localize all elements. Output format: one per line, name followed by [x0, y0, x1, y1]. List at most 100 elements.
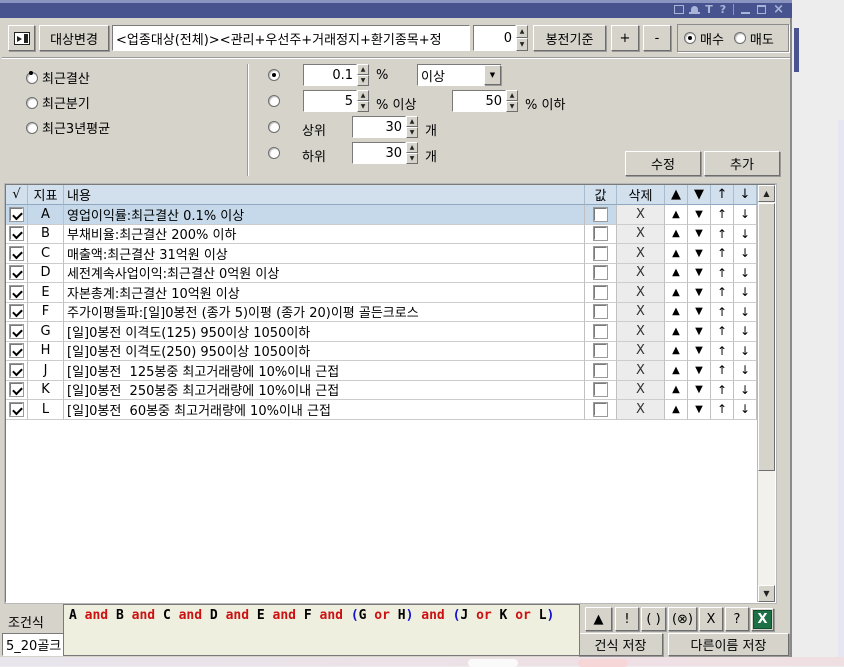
row-delete-button[interactable]: X: [617, 361, 665, 381]
row-value-cell[interactable]: [585, 205, 617, 225]
stepper-up-icon[interactable]: ▲: [506, 90, 518, 101]
row-delete-button[interactable]: X: [617, 342, 665, 362]
row-shift-up-button[interactable]: ↑: [711, 264, 734, 284]
row-enabled-cell[interactable]: [6, 342, 28, 362]
bars-count-stepper[interactable]: ▲ ▼: [516, 25, 528, 51]
table-scrollbar[interactable]: ▲ ▼: [757, 185, 775, 602]
row-value-cell[interactable]: [585, 400, 617, 420]
threshold-1-value-field[interactable]: 0.1: [303, 64, 357, 86]
column-header-6[interactable]: ▼: [688, 185, 711, 205]
row-shift-up-button[interactable]: ↑: [711, 361, 734, 381]
row-delete-button[interactable]: X: [617, 264, 665, 284]
row-shift-up-button[interactable]: ↑: [711, 225, 734, 245]
row-move-up-button[interactable]: ▲: [665, 283, 688, 303]
row-content-cell[interactable]: 자본총계:최근결산 10억원 이상: [64, 283, 585, 303]
plus-button[interactable]: +: [611, 25, 639, 51]
row-shift-down-button[interactable]: ↓: [734, 225, 757, 245]
minus-button[interactable]: -: [643, 25, 671, 51]
row-move-up-button[interactable]: ▲: [665, 244, 688, 264]
row-value-checkbox[interactable]: [594, 208, 607, 221]
modify-button[interactable]: 수정: [625, 151, 701, 176]
row-value-checkbox[interactable]: [594, 266, 607, 279]
column-header-8[interactable]: ↓: [734, 185, 757, 205]
row-move-down-button[interactable]: ▼: [688, 264, 711, 284]
row-id-cell[interactable]: A: [28, 205, 64, 225]
row-shift-down-button[interactable]: ↓: [734, 283, 757, 303]
row-id-cell[interactable]: L: [28, 400, 64, 420]
row-shift-up-button[interactable]: ↑: [711, 400, 734, 420]
stepper-down-icon[interactable]: ▼: [357, 75, 369, 86]
row-value-checkbox[interactable]: [594, 325, 607, 338]
row-shift-up-button[interactable]: ↑: [711, 342, 734, 362]
stepper-up-icon[interactable]: ▲: [406, 142, 418, 153]
radio-threshold-1[interactable]: [268, 69, 280, 81]
table-row[interactable]: H[일]0봉전 이격도(250) 950이상 1050이하X▲▼↑↓: [6, 342, 775, 362]
row-content-cell[interactable]: 주가이평돌파:[일]0봉전 (종가 5)이평 (종가 20)이평 골든크로스: [64, 303, 585, 323]
row-value-checkbox[interactable]: [594, 344, 607, 357]
row-enabled-cell[interactable]: [6, 264, 28, 284]
row-enabled-cell[interactable]: [6, 225, 28, 245]
row-enabled-cell[interactable]: [6, 244, 28, 264]
row-content-cell[interactable]: [일]0봉전 125봉중 최고거래량에 10%이내 근접: [64, 361, 585, 381]
row-enabled-checkbox[interactable]: [10, 266, 23, 279]
row-value-cell[interactable]: [585, 244, 617, 264]
row-shift-down-button[interactable]: ↓: [734, 264, 757, 284]
row-shift-up-button[interactable]: ↑: [711, 381, 734, 401]
close-icon[interactable]: ×: [773, 4, 784, 15]
top-n-stepper[interactable]: ▲▼: [406, 116, 418, 138]
row-value-checkbox[interactable]: [594, 247, 607, 260]
bar-basis-button[interactable]: 봉전기준: [533, 25, 606, 51]
row-id-cell[interactable]: E: [28, 283, 64, 303]
period-radio-0[interactable]: 최근결산: [26, 68, 90, 87]
column-header-0[interactable]: √: [6, 185, 28, 205]
row-shift-down-button[interactable]: ↓: [734, 400, 757, 420]
row-enabled-checkbox[interactable]: [10, 208, 23, 221]
radio-top-n[interactable]: [268, 121, 280, 133]
row-content-cell[interactable]: [일]0봉전 250봉중 최고거래량에 10%이내 근접: [64, 381, 585, 401]
row-value-cell[interactable]: [585, 381, 617, 401]
row-shift-down-button[interactable]: ↓: [734, 342, 757, 362]
row-enabled-checkbox[interactable]: [10, 364, 23, 377]
row-shift-down-button[interactable]: ↓: [734, 361, 757, 381]
column-header-1[interactable]: 지표: [28, 185, 64, 205]
bars-count-field[interactable]: 0: [473, 25, 516, 51]
row-shift-down-button[interactable]: ↓: [734, 381, 757, 401]
row-value-cell[interactable]: [585, 342, 617, 362]
tool-t-icon[interactable]: T: [705, 4, 713, 15]
row-enabled-cell[interactable]: [6, 400, 28, 420]
row-value-checkbox[interactable]: [594, 286, 607, 299]
table-row[interactable]: J[일]0봉전 125봉중 최고거래량에 10%이내 근접X▲▼↑↓: [6, 361, 775, 381]
delete-token-button[interactable]: X: [699, 607, 723, 631]
stepper-down-icon[interactable]: ▼: [516, 38, 528, 51]
row-move-up-button[interactable]: ▲: [665, 342, 688, 362]
radio-sell[interactable]: 매도: [734, 29, 774, 48]
threshold-2-max-field[interactable]: 50: [452, 90, 506, 112]
not-button[interactable]: !: [615, 607, 639, 631]
table-row[interactable]: K[일]0봉전 250봉중 최고거래량에 10%이내 근접X▲▼↑↓: [6, 381, 775, 401]
row-enabled-checkbox[interactable]: [10, 403, 23, 416]
row-move-up-button[interactable]: ▲: [665, 303, 688, 323]
row-content-cell[interactable]: 부채비율:최근결산 200% 이하: [64, 225, 585, 245]
row-content-cell[interactable]: 매출액:최근결산 31억원 이상: [64, 244, 585, 264]
row-id-cell[interactable]: D: [28, 264, 64, 284]
row-move-up-button[interactable]: ▲: [665, 400, 688, 420]
row-shift-down-button[interactable]: ↓: [734, 244, 757, 264]
row-id-cell[interactable]: H: [28, 342, 64, 362]
row-shift-up-button[interactable]: ↑: [711, 283, 734, 303]
row-move-down-button[interactable]: ▼: [688, 205, 711, 225]
stepper-up-icon[interactable]: ▲: [516, 25, 528, 38]
table-row[interactable]: D세전계속사업이익:최근결산 0억원 이상X▲▼↑↓: [6, 264, 775, 284]
row-content-cell[interactable]: [일]0봉전 이격도(250) 950이상 1050이하: [64, 342, 585, 362]
formula-expression-box[interactable]: A and B and C and D and E and F and (G o…: [63, 604, 580, 656]
row-shift-down-button[interactable]: ↓: [734, 205, 757, 225]
row-shift-down-button[interactable]: ↓: [734, 322, 757, 342]
panel-toggle-button[interactable]: [8, 25, 35, 51]
row-shift-up-button[interactable]: ↑: [711, 322, 734, 342]
threshold-2-min-field[interactable]: 5: [303, 90, 357, 112]
row-delete-button[interactable]: X: [617, 303, 665, 323]
stepper-down-icon[interactable]: ▼: [506, 101, 518, 112]
row-value-cell[interactable]: [585, 322, 617, 342]
row-id-cell[interactable]: F: [28, 303, 64, 323]
save-as-button[interactable]: 다른이름 저장: [668, 633, 789, 656]
row-move-down-button[interactable]: ▼: [688, 225, 711, 245]
